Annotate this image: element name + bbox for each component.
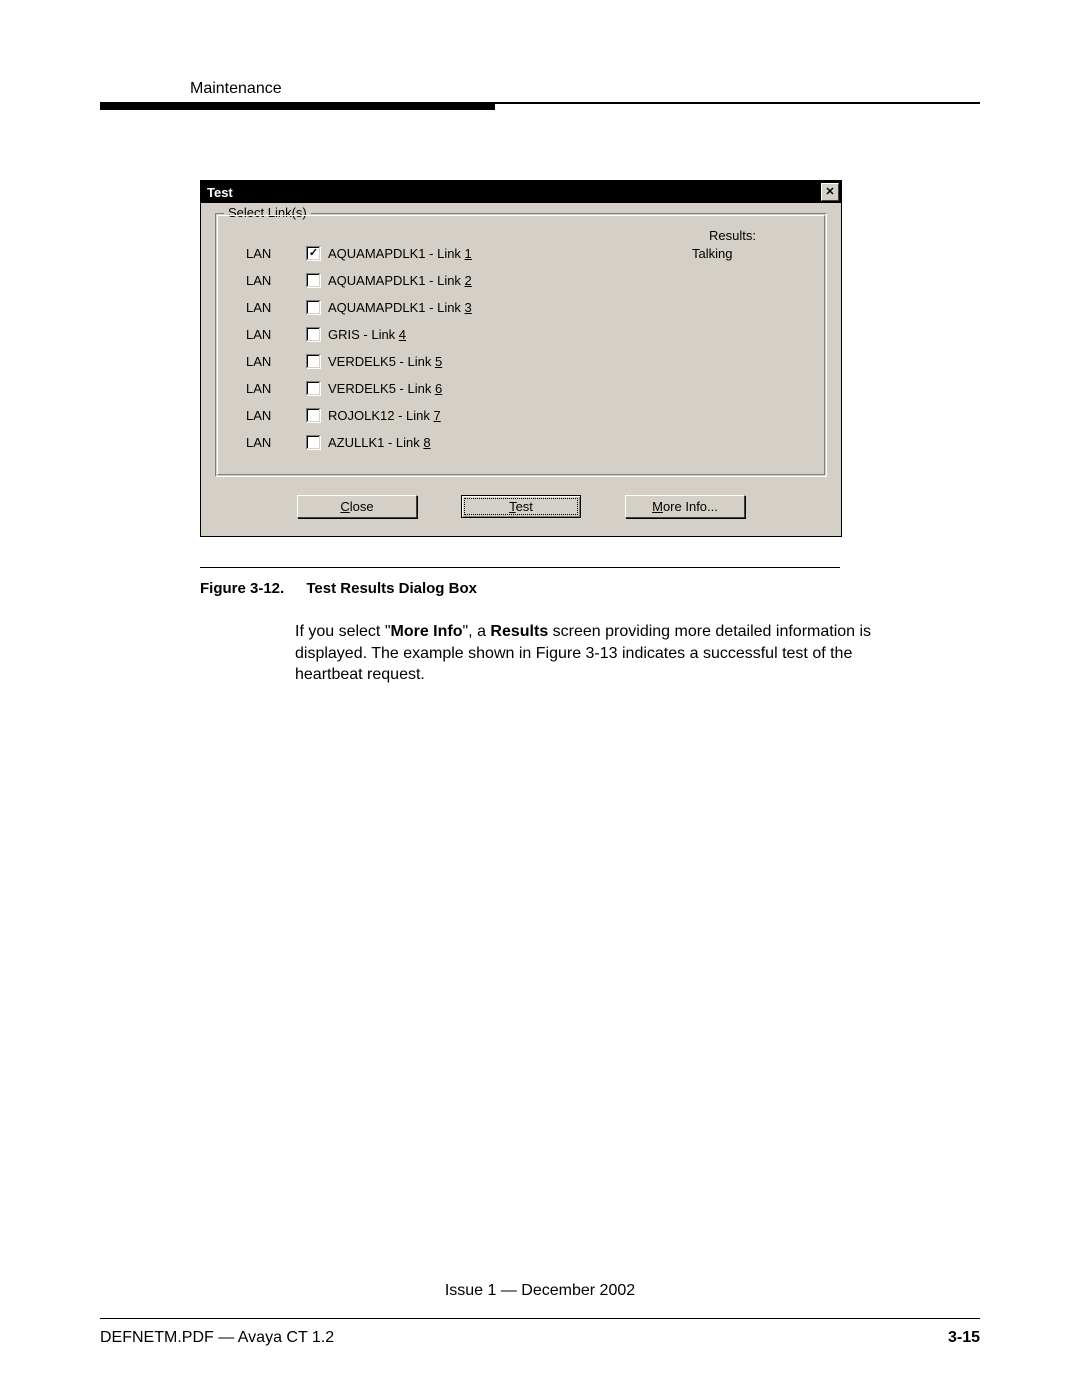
close-icon[interactable]: ✕	[821, 183, 839, 201]
link-label[interactable]: AQUAMAPDLK1 - Link 1	[328, 246, 692, 261]
link-checkbox[interactable]	[306, 354, 321, 369]
figure-title: Test Results Dialog Box	[306, 580, 477, 597]
link-checkbox[interactable]	[306, 408, 321, 423]
link-checkbox[interactable]: ✓	[306, 246, 321, 261]
figure-number: Figure 3-12.	[200, 580, 284, 597]
select-links-group: Select Link(s) Results: LAN ✓ AQUAMAPDLK…	[215, 213, 827, 477]
link-label[interactable]: ROJOLK12 - Link 7	[328, 408, 692, 423]
dialog-title: Test	[207, 185, 233, 200]
link-type: LAN	[230, 408, 306, 423]
test-dialog: Test ✕ Select Link(s) Results: LAN ✓ AQU…	[200, 180, 842, 537]
link-row: LAN VERDELK5 - Link 6	[230, 375, 812, 402]
footer-doc: DEFNETM.PDF — Avaya CT 1.2	[100, 1329, 334, 1347]
link-row: LAN VERDELK5 - Link 5	[230, 348, 812, 375]
link-label[interactable]: VERDELK5 - Link 5	[328, 354, 692, 369]
link-row: LAN GRIS - Link 4	[230, 321, 812, 348]
link-label[interactable]: AZULLK1 - Link 8	[328, 435, 692, 450]
link-row: LAN ROJOLK12 - Link 7	[230, 402, 812, 429]
link-type: LAN	[230, 354, 306, 369]
group-legend: Select Link(s)	[224, 205, 311, 220]
link-type: LAN	[230, 327, 306, 342]
link-row: LAN AQUAMAPDLK1 - Link 2	[230, 267, 812, 294]
figure-caption: Figure 3-12. Test Results Dialog Box	[200, 580, 980, 597]
link-checkbox[interactable]	[306, 435, 321, 450]
link-row: LAN ✓ AQUAMAPDLK1 - Link 1 Talking	[230, 240, 812, 267]
link-checkbox[interactable]	[306, 327, 321, 342]
section-header: Maintenance	[100, 80, 980, 98]
link-checkbox[interactable]	[306, 381, 321, 396]
link-type: LAN	[230, 381, 306, 396]
link-row: LAN AQUAMAPDLK1 - Link 3	[230, 294, 812, 321]
link-type: LAN	[230, 300, 306, 315]
link-label[interactable]: GRIS - Link 4	[328, 327, 692, 342]
link-type: LAN	[230, 246, 306, 261]
close-button[interactable]: Close	[297, 495, 417, 518]
titlebar: Test ✕	[201, 181, 841, 203]
link-result: Talking	[692, 246, 812, 261]
link-type: LAN	[230, 273, 306, 288]
link-list: LAN ✓ AQUAMAPDLK1 - Link 1 Talking LAN A…	[230, 240, 812, 456]
footer-issue: Issue 1 — December 2002	[100, 1282, 980, 1300]
link-label[interactable]: VERDELK5 - Link 6	[328, 381, 692, 396]
link-checkbox[interactable]	[306, 273, 321, 288]
page-number: 3-15	[948, 1329, 980, 1347]
body-paragraph: If you select "More Info", a Results scr…	[295, 621, 915, 686]
link-checkbox[interactable]	[306, 300, 321, 315]
results-header: Results:	[709, 228, 756, 243]
link-type: LAN	[230, 435, 306, 450]
test-button[interactable]: Test	[461, 495, 581, 518]
link-row: LAN AZULLK1 - Link 8	[230, 429, 812, 456]
link-label[interactable]: AQUAMAPDLK1 - Link 3	[328, 300, 692, 315]
link-label[interactable]: AQUAMAPDLK1 - Link 2	[328, 273, 692, 288]
more-info-button[interactable]: More Info...	[625, 495, 745, 518]
